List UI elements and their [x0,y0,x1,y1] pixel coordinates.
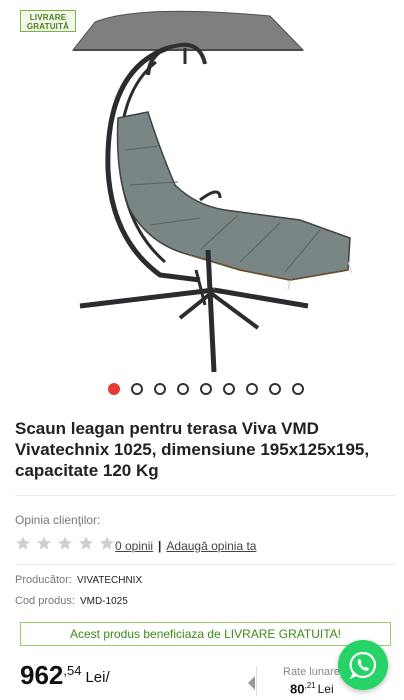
gallery-dot-1[interactable] [108,383,120,395]
divider [256,666,257,696]
star-icon [16,536,30,550]
add-review-link[interactable]: Adaugă opinia ta [166,539,256,553]
free-shipping-banner: Acest produs beneficiaza de LIVRARE GRAT… [20,622,391,646]
rating-stars [15,535,115,553]
chevron-left-icon[interactable] [248,676,255,690]
star-icon [99,536,114,550]
installment-value[interactable]: 80,21 Lei [290,681,334,696]
installment-label: Rate lunare [283,666,340,678]
producer-value[interactable]: VIVATECHNIX [77,575,142,586]
gallery-dot-5[interactable] [200,383,212,395]
price: 962,54 Lei/ [20,660,110,694]
gallery-dot-3[interactable] [154,383,166,395]
whatsapp-button[interactable] [338,640,388,690]
gallery-dot-9[interactable] [292,383,304,395]
gallery-dot-6[interactable] [223,383,235,395]
gallery-dot-7[interactable] [246,383,258,395]
review-links: 0 opinii | Adaugă opinia ta [115,539,256,553]
product-image[interactable] [0,0,404,380]
whatsapp-icon [349,651,377,679]
divider [15,495,395,496]
producer-row: Producător: VIVATECHNIX [15,574,142,586]
code-value: VMD-1025 [80,596,128,607]
price-decimal: ,54 [63,663,82,678]
installment-integer: 80 [290,681,305,697]
installment-decimal: ,21 [304,681,316,690]
link-separator: | [158,539,162,553]
star-icon [57,536,72,550]
gallery-pagination [0,383,404,397]
code-label: Cod produs: [15,595,75,607]
reviews-count-link[interactable]: 0 opinii [115,539,153,553]
product-image-gallery[interactable]: LIVRARE GRATUITĂ [0,0,404,380]
star-icon [36,536,51,550]
gallery-dot-4[interactable] [177,383,189,395]
gallery-dot-2[interactable] [131,383,143,395]
reviews-label: Opinia clienţilor: [15,513,101,527]
installment-currency: Lei [317,682,334,697]
gallery-dot-8[interactable] [269,383,281,395]
producer-label: Producător: [15,574,72,586]
star-icon [78,536,93,550]
product-title: Scaun leagan pentru terasa Viva VMD Viva… [15,419,370,480]
divider [15,564,395,565]
product-code-row: Cod produs: VMD-1025 [15,595,128,607]
price-integer: 962 [20,660,64,690]
price-currency: Lei/ [85,669,110,686]
